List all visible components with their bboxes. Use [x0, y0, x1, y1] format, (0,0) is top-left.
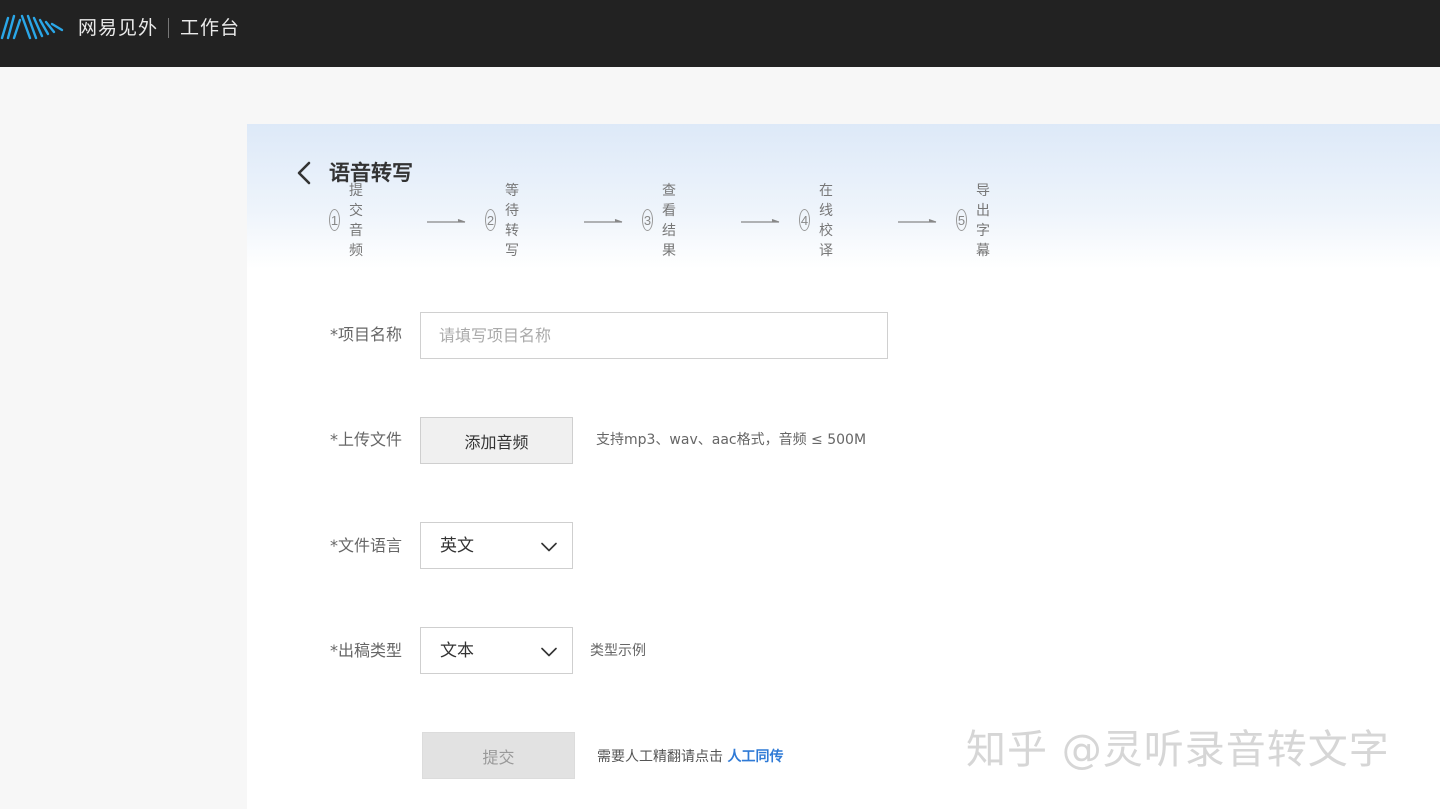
add-audio-button[interactable]: 添加音频: [420, 417, 573, 464]
step-2: 2 等待转写: [485, 183, 530, 259]
top-bar: 网易见外 工作台: [0, 0, 1440, 67]
type-example-link[interactable]: 类型示例: [590, 641, 646, 661]
project-name-label: *项目名称: [330, 325, 403, 344]
transcription-panel: 语音转写 1 提交音频 2 等待转写 3 查看结果 4 在线校译 5 导出字幕 …: [247, 124, 1440, 809]
step-number: 3: [642, 209, 653, 231]
step-4: 4 在线校译: [799, 183, 844, 259]
workbench-title[interactable]: 工作台: [180, 16, 240, 40]
step-label: 导出字幕: [975, 183, 990, 259]
step-arrow-icon: [898, 219, 937, 223]
submit-button[interactable]: 提交: [422, 732, 575, 779]
chevron-down-icon: [541, 647, 557, 657]
back-arrow-icon[interactable]: [295, 160, 313, 186]
header-divider: [168, 18, 169, 38]
file-language-label: *文件语言: [330, 536, 403, 555]
step-5: 5 导出字幕: [956, 183, 1001, 259]
step-arrow-icon: [427, 219, 466, 223]
project-name-input[interactable]: [420, 312, 888, 359]
output-type-select[interactable]: 文本: [420, 627, 573, 674]
upload-format-hint: 支持mp3、wav、aac格式，音频 ≤ 500M: [596, 432, 867, 448]
step-number: 1: [329, 209, 340, 231]
selected-language: 英文: [440, 536, 474, 556]
zhihu-watermark: 知乎 @灵听录音转文字: [966, 727, 1390, 773]
manual-hint-text: 需要人工精翻请点击: [597, 749, 723, 765]
step-number: 2: [485, 209, 496, 231]
step-arrow-icon: [584, 219, 623, 223]
step-1: 1 提交音频: [329, 183, 374, 259]
selected-output-type: 文本: [440, 641, 474, 661]
manual-interpretation-link[interactable]: 人工同传: [727, 749, 783, 765]
step-3: 3 查看结果: [642, 183, 687, 259]
step-number: 5: [956, 209, 967, 231]
step-label: 查看结果: [661, 183, 676, 259]
step-label: 等待转写: [504, 183, 519, 259]
step-label: 提交音频: [348, 183, 363, 259]
step-arrow-icon: [741, 219, 780, 223]
manual-translation-hint: 需要人工精翻请点击 人工同传: [597, 747, 783, 767]
upload-file-label: *上传文件: [330, 430, 403, 449]
step-number: 4: [799, 209, 810, 231]
netease-logo-icon[interactable]: [0, 12, 70, 42]
file-language-select[interactable]: 英文: [420, 522, 573, 569]
step-label: 在线校译: [818, 183, 833, 259]
output-type-label: *出稿类型: [330, 641, 403, 660]
chevron-down-icon: [541, 542, 557, 552]
brand-name[interactable]: 网易见外: [78, 16, 158, 40]
